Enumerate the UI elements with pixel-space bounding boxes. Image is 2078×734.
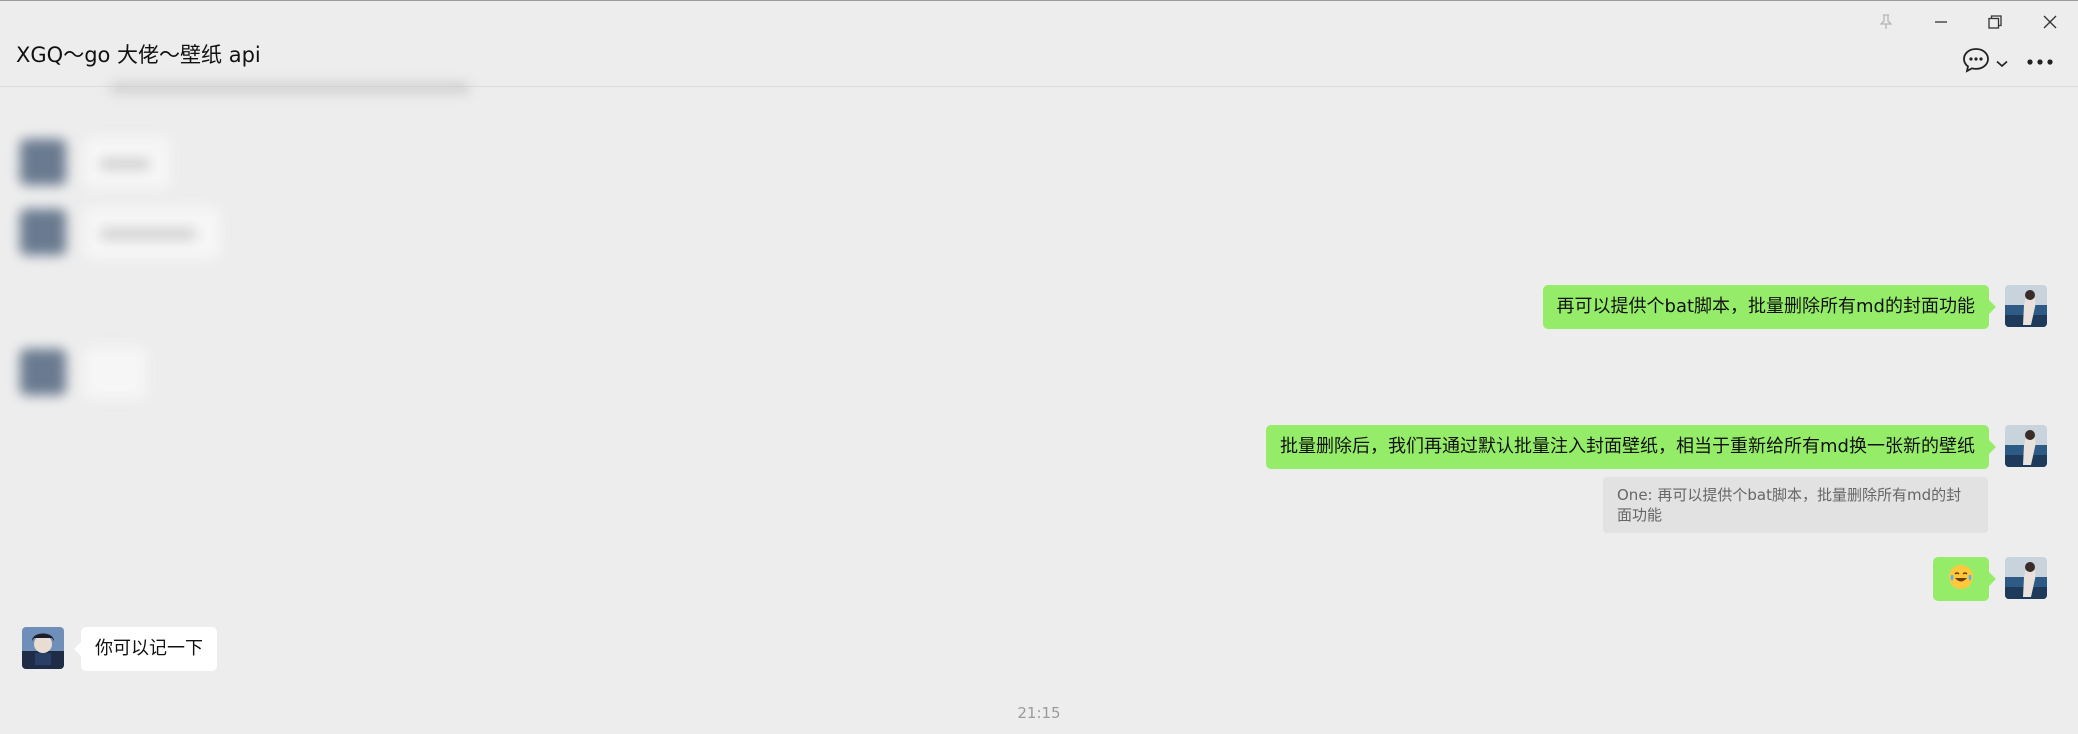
minimize-icon[interactable] — [1921, 9, 1961, 35]
restore-icon[interactable] — [1975, 9, 2015, 35]
message-timestamp: 21:15 — [1017, 704, 1061, 722]
chat-options-button[interactable] — [1957, 47, 2013, 77]
chat-title: XGQ～go 大佬～壁纸 api — [16, 43, 261, 67]
own-avatar[interactable] — [2005, 425, 2047, 467]
bubble-tail — [1989, 572, 1996, 586]
more-icon[interactable] — [2025, 47, 2055, 77]
own-message-bubble[interactable]: 再可以提供个bat脚本，批量删除所有md的封面功能 — [1542, 285, 1989, 329]
blurred-messages — [0, 83, 600, 417]
own-avatar[interactable] — [2005, 557, 2047, 599]
own-message-bubble[interactable]: 批量删除后，我们再通过默认批量注入封面壁纸，相当于重新给所有md换一张新的壁纸 — [1266, 425, 1989, 469]
chat-window: XGQ～go 大佬～壁纸 api 再可以提供个bat脚本，批量删除所有md的封面… — [0, 0, 2078, 734]
own-message-bubble[interactable] — [1933, 557, 1989, 601]
chat-bubble-icon — [1962, 47, 1990, 77]
chat-header: XGQ～go 大佬～壁纸 api — [0, 1, 2078, 87]
contact-message-bubble[interactable]: 你可以记一下 — [81, 627, 217, 671]
close-icon[interactable] — [2030, 9, 2070, 35]
bubble-tail — [74, 642, 81, 656]
own-avatar[interactable] — [2005, 285, 2047, 327]
chevron-down-icon — [1996, 53, 2008, 72]
pin-icon[interactable] — [1866, 9, 1906, 35]
bubble-tail — [1989, 300, 1996, 314]
bubble-tail — [1989, 440, 1996, 454]
quoted-message[interactable]: One: 再可以提供个bat脚本，批量删除所有md的封面功能 — [1603, 477, 1988, 533]
contact-avatar[interactable] — [22, 627, 64, 669]
face-with-tears-of-joy-icon — [1949, 565, 1973, 589]
